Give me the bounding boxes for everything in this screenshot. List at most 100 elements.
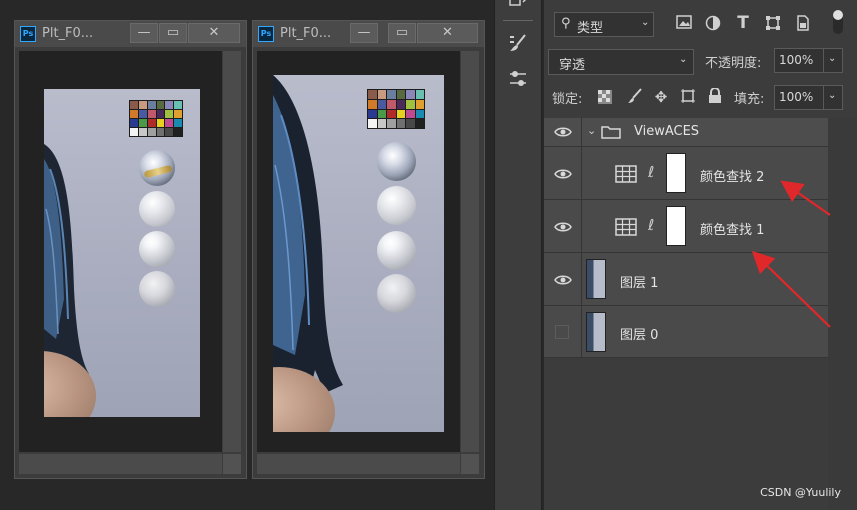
blend-mode-value: 穿透 — [559, 58, 586, 73]
brush-settings-icon — [510, 34, 526, 51]
layer-thumbnail[interactable] — [586, 312, 606, 352]
lock-position-move-icon[interactable]: ✥ — [652, 88, 670, 106]
document-titlebar[interactable]: Ps Plt_F0... — ▭ ✕ — [15, 21, 246, 47]
color-checker-patch — [138, 128, 147, 136]
lock-label: 锁定: — [552, 92, 583, 107]
restore-button[interactable]: ▭ — [388, 23, 416, 43]
document-canvas[interactable] — [19, 51, 222, 452]
color-checker-patch — [406, 109, 415, 119]
color-checker-patch — [174, 119, 182, 127]
color-checker-patch — [415, 99, 424, 109]
restore-icon: ▭ — [166, 25, 180, 40]
restore-button[interactable]: ▭ — [159, 23, 187, 43]
shape-filter-icon[interactable] — [764, 15, 782, 33]
lock-image-pixels-brush-icon[interactable] — [626, 88, 644, 106]
eye-visibility-icon[interactable] — [554, 221, 572, 233]
image-filter-icon[interactable] — [675, 15, 693, 33]
document-titlebar[interactable]: Ps Plt_F0... — ▭ ✕ — [253, 21, 484, 47]
color-checker-patch — [387, 99, 396, 109]
chevron-down-icon: ⌄ — [641, 17, 650, 28]
fill-input[interactable]: 100% — [774, 85, 824, 110]
chevron-down-icon[interactable]: ⌄ — [587, 124, 596, 137]
photoshop-app-icon: Ps — [258, 26, 274, 42]
matte-ball — [139, 271, 175, 307]
chrome-ball — [377, 142, 416, 181]
eye-visibility-icon[interactable] — [554, 168, 572, 180]
layer-name: 颜色查找 1 — [700, 223, 765, 238]
layer-filter-dropdown[interactable]: ⚲ 类型 ⌄ — [554, 12, 654, 37]
horizontal-scrollbar[interactable] — [257, 454, 460, 474]
color-checker-patch — [368, 90, 377, 99]
color-checker-patch — [415, 119, 424, 128]
layer-mask-thumbnail[interactable] — [666, 206, 686, 246]
visibility-column-divider — [581, 118, 582, 146]
layer-row-color-lookup-2[interactable]: ℓ 颜色查找 2 — [544, 147, 828, 200]
close-icon: ✕ — [208, 25, 220, 40]
horizontal-scrollbar[interactable] — [19, 454, 222, 474]
layer-name: ViewACES — [634, 124, 700, 139]
layer-thumbnail[interactable] — [586, 259, 606, 299]
scrollbar-corner — [461, 454, 479, 474]
opacity-dropdown-button[interactable]: ⌄ — [823, 48, 843, 73]
color-checker-patch — [138, 119, 147, 127]
color-checker-patch — [174, 128, 182, 136]
blend-mode-dropdown[interactable]: 穿透 ⌄ — [548, 49, 694, 75]
color-checker-patch — [377, 109, 386, 119]
adjustment-filter-icon[interactable] — [704, 15, 722, 33]
vertical-scrollbar[interactable] — [461, 51, 479, 452]
layer-row-group-viewaces[interactable]: ⌄ ViewACES — [544, 118, 828, 147]
visibility-toggle-off[interactable] — [555, 325, 569, 339]
matte-ball — [377, 274, 416, 313]
layer-row-layer-0[interactable]: 图层 0 — [544, 306, 828, 358]
color-checker-patch — [368, 119, 377, 128]
history-panel-button[interactable] — [503, 0, 533, 18]
mask-link-icon[interactable]: ℓ — [648, 163, 654, 181]
layer-name: 颜色查找 2 — [700, 170, 765, 185]
glossy-ball — [377, 231, 416, 270]
layer-row-color-lookup-1[interactable]: ℓ 颜色查找 1 — [544, 200, 828, 253]
document-canvas[interactable] — [257, 51, 460, 452]
color-checker-patch — [406, 99, 415, 109]
prevent-autonest-artboard-icon[interactable] — [679, 88, 697, 106]
search-icon: ⚲ — [561, 16, 571, 31]
color-checker-patch — [396, 99, 405, 109]
photoshop-app-icon: Ps — [20, 26, 36, 42]
folder-icon — [601, 126, 621, 139]
document-window-2[interactable]: Ps Plt_F0... — ▭ ✕ — [252, 20, 485, 479]
minimize-button[interactable]: — — [350, 23, 378, 43]
close-button[interactable]: ✕ — [188, 23, 240, 43]
layer-row-layer-1[interactable]: 图层 1 — [544, 253, 828, 306]
layer-name: 图层 1 — [620, 276, 659, 291]
visibility-column-divider — [581, 253, 582, 305]
vertical-scrollbar[interactable] — [223, 51, 241, 452]
eye-visibility-icon[interactable] — [554, 274, 572, 286]
fill-dropdown-button[interactable]: ⌄ — [823, 85, 843, 110]
close-button[interactable]: ✕ — [417, 23, 478, 43]
render-image — [44, 89, 200, 417]
eye-visibility-icon[interactable] — [554, 126, 572, 138]
color-checker-patch — [415, 109, 424, 119]
mask-link-icon[interactable]: ℓ — [648, 216, 654, 234]
type-filter-icon[interactable]: T — [734, 13, 752, 33]
layers-panel: ⚲ 类型 ⌄ T 穿透 ⌄ 不透明度: 100% ⌄ 锁定: ✥ 填充: 100… — [544, 0, 857, 510]
opacity-input[interactable]: 100% — [774, 48, 824, 73]
sliders-icon — [510, 71, 526, 86]
color-checker-patch — [396, 109, 405, 119]
watermark: CSDN @Yuulily — [760, 486, 841, 499]
document-window-1[interactable]: Ps Plt_F0... — ▭ ✕ — [14, 20, 247, 479]
minimize-button[interactable]: — — [130, 23, 158, 43]
lock-all-icon[interactable] — [707, 87, 723, 106]
lock-transparent-pixels-icon[interactable] — [598, 90, 612, 104]
diffuse-ball — [377, 186, 416, 225]
smart-object-filter-icon[interactable] — [794, 15, 812, 33]
minimize-icon: — — [137, 25, 151, 40]
filter-toggle-switch[interactable] — [833, 10, 843, 34]
restore-icon: ▭ — [395, 25, 409, 40]
color-checker-patch — [396, 119, 405, 128]
brush-settings-button[interactable] — [503, 32, 533, 60]
layer-mask-thumbnail[interactable] — [666, 153, 686, 193]
layers-scrollbar[interactable] — [828, 118, 857, 510]
color-checker-patch — [147, 128, 156, 136]
adjustments-panel-button[interactable] — [503, 68, 533, 96]
chevron-down-icon: ⌄ — [828, 90, 837, 101]
